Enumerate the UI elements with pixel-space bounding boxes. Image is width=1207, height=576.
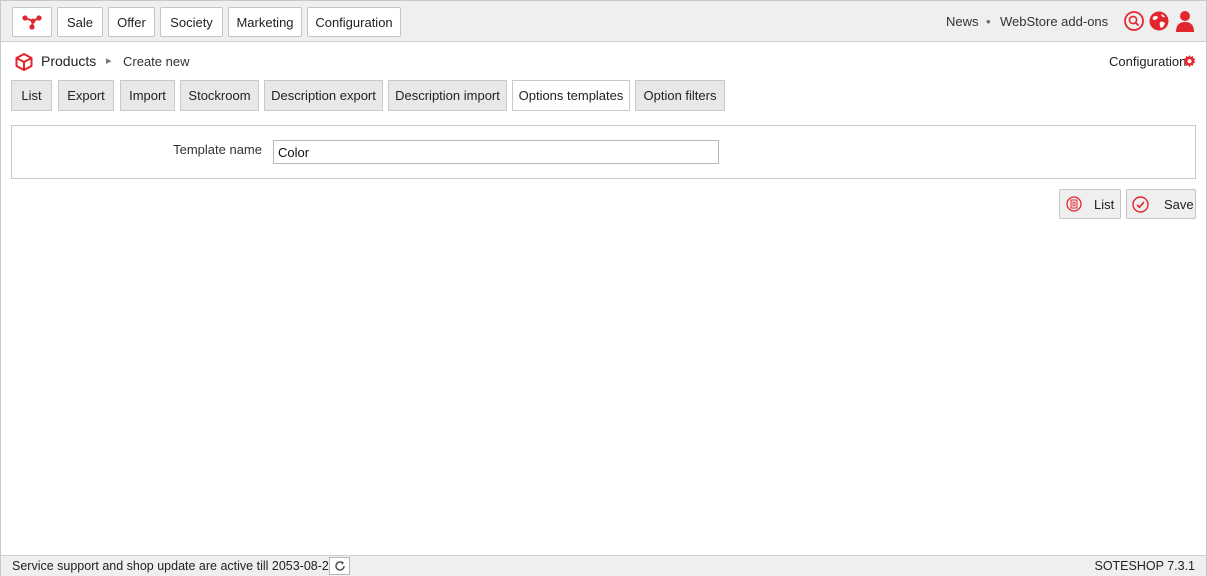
globe-icon[interactable] (1149, 11, 1169, 31)
nav-offer-button[interactable]: Offer (108, 7, 155, 37)
logo-button[interactable] (12, 7, 52, 37)
refresh-icon (334, 561, 345, 571)
save-button-label: Save (1164, 196, 1194, 212)
list-icon (1066, 196, 1082, 212)
nav-marketing-button[interactable]: Marketing (228, 7, 302, 37)
tab-option-filters[interactable]: Option filters (635, 80, 725, 111)
template-name-label: Template name (173, 142, 262, 157)
gear-icon[interactable] (1183, 55, 1196, 68)
breadcrumb-current: Create new (123, 54, 190, 69)
list-button-label: List (1094, 196, 1115, 212)
search-icon[interactable] (1124, 11, 1144, 31)
tab-stockroom[interactable]: Stockroom (180, 80, 259, 111)
breadcrumb-arrow: ▸ (106, 55, 112, 67)
box-icon (15, 53, 33, 71)
refresh-button[interactable] (329, 557, 350, 575)
tab-import[interactable]: Import (120, 80, 175, 111)
user-icon[interactable] (1174, 10, 1196, 32)
nav-separator: • (986, 14, 991, 29)
top-bar: Sale Offer Society Marketing Configurati… (1, 1, 1206, 42)
breadcrumb: Products ▸ Create new Configuration (1, 43, 1206, 77)
tab-list[interactable]: List (11, 80, 52, 111)
tab-description-import[interactable]: Description import (388, 80, 507, 111)
nav-society-button[interactable]: Society (160, 7, 223, 37)
tab-export[interactable]: Export (58, 80, 114, 111)
support-status-text: Service support and shop update are acti… (12, 559, 336, 573)
webstore-addons-link[interactable]: WebStore add-ons (1000, 14, 1108, 29)
list-button[interactable]: List (1059, 189, 1121, 219)
template-form-panel: Template name (11, 125, 1196, 179)
nav-sale-button[interactable]: Sale (57, 7, 103, 37)
tab-description-export[interactable]: Description export (264, 80, 383, 111)
breadcrumb-products[interactable]: Products (41, 53, 96, 69)
version-label: SOTESHOP 7.3.1 (1094, 559, 1195, 573)
nav-configuration-button[interactable]: Configuration (307, 7, 401, 37)
configuration-link[interactable]: Configuration (1109, 54, 1186, 69)
status-footer: Service support and shop update are acti… (1, 555, 1206, 576)
logo-icon (22, 15, 42, 30)
news-link[interactable]: News (946, 14, 979, 29)
check-circle-icon (1132, 195, 1149, 213)
template-name-input[interactable] (273, 140, 719, 164)
save-button[interactable]: Save (1126, 189, 1196, 219)
tab-options-templates[interactable]: Options templates (512, 80, 630, 111)
